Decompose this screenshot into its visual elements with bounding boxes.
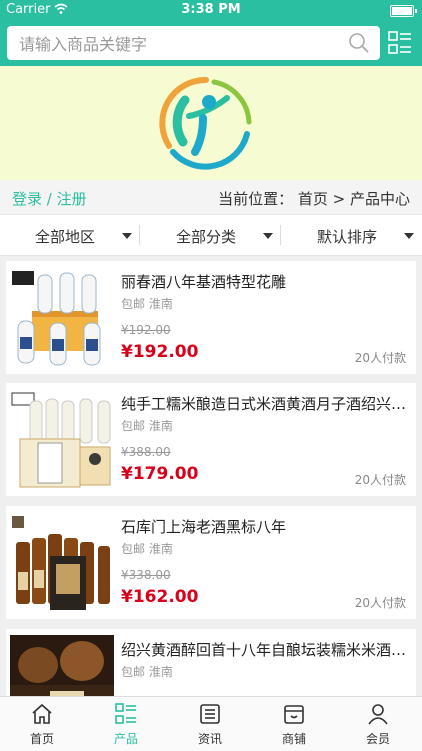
product-sales-count: 20人付款 [354,473,406,487]
product-image [10,512,114,615]
tab-products[interactable]: 产品 [84,697,168,751]
filter-bar: 全部地区 全部分类 默认排序 [0,215,422,256]
clock: 3:38 PM [181,2,241,17]
product-original-price: ¥192.00 [121,323,171,337]
tab-label: 商铺 [281,732,306,746]
product-title: 丽春酒八年基酒特型花雕 [121,273,287,291]
tab-member[interactable]: 会员 [336,697,420,751]
login-link[interactable]: 登录 [12,190,42,208]
product-card[interactable]: 丽春酒八年基酒特型花雕 包邮 淮南 ¥192.00 ¥192.00 20人付款 [6,261,416,374]
banner[interactable] [0,66,422,180]
product-image [10,267,114,370]
region-filter[interactable]: 全部地区 [0,215,140,255]
register-link[interactable]: 注册 [57,190,87,208]
product-title: 绍兴黄酒醉回首十八年自酿坛装糯米米酒原浆 [121,641,411,659]
category-filter-label: 全部分类 [175,228,236,246]
product-image [10,389,114,492]
news-icon [200,704,220,724]
chevron-down-icon [404,233,414,239]
battery-icon [390,5,417,17]
region-filter-label: 全部地区 [34,228,95,246]
product-price: ¥179.00 [121,464,199,484]
sort-filter[interactable]: 默认排序 [282,215,422,255]
breadcrumb: 当前位置： 首页 > 产品中心 [218,190,410,208]
shop-icon [284,705,304,724]
breadcrumb-bar: 登录 / 注册 当前位置： 首页 > 产品中心 [0,180,422,215]
tab-bar: 首页 产品 资讯 商铺 会员 [0,696,422,751]
search-box[interactable] [7,26,380,62]
auth-separator: / [42,190,57,208]
tab-news[interactable]: 资讯 [168,697,252,751]
product-original-price: ¥338.00 [121,568,171,582]
product-card[interactable]: 纯手工糯米酿造日式米酒黄酒月子酒绍兴黄酒 包邮 淮南 ¥388.00 ¥179.… [6,383,416,496]
product-original-price: ¥388.00 [121,445,171,459]
product-sales-count: 20人付款 [354,596,406,610]
auth-links: 登录 / 注册 [12,188,87,209]
tab-label: 产品 [113,732,138,746]
search-input[interactable] [17,26,341,62]
product-shipping: 包邮 淮南 [121,665,173,679]
category-menu-icon[interactable] [388,31,412,55]
product-grid-icon [115,703,136,724]
tab-home[interactable]: 首页 [0,697,84,751]
chevron-down-icon [263,233,273,239]
product-shipping: 包邮 淮南 [121,297,173,311]
status-bar: Carrier 3:38 PM [0,0,422,20]
product-title: 纯手工糯米酿造日式米酒黄酒月子酒绍兴黄酒 [121,395,411,413]
product-title: 石库门上海老酒黑标八年 [121,518,287,536]
search-icon[interactable] [348,32,370,54]
chevron-down-icon [122,233,132,239]
search-header [0,20,422,66]
home-icon [32,703,52,724]
product-price: ¥192.00 [121,342,199,362]
product-card[interactable]: 石库门上海老酒黑标八年 包邮 淮南 ¥338.00 ¥162.00 20人付款 [6,506,416,619]
tab-label: 会员 [365,732,390,746]
tab-shop[interactable]: 商铺 [252,697,336,751]
product-sales-count: 20人付款 [354,351,406,365]
user-icon [368,704,388,725]
category-filter[interactable]: 全部分类 [141,215,281,255]
product-price: ¥162.00 [121,587,199,607]
product-shipping: 包邮 淮南 [121,419,173,433]
sort-filter-label: 默认排序 [316,228,377,246]
tab-label: 资讯 [197,732,222,746]
tab-label: 首页 [29,732,54,746]
product-shipping: 包邮 淮南 [121,542,173,556]
brand-logo [159,76,252,170]
